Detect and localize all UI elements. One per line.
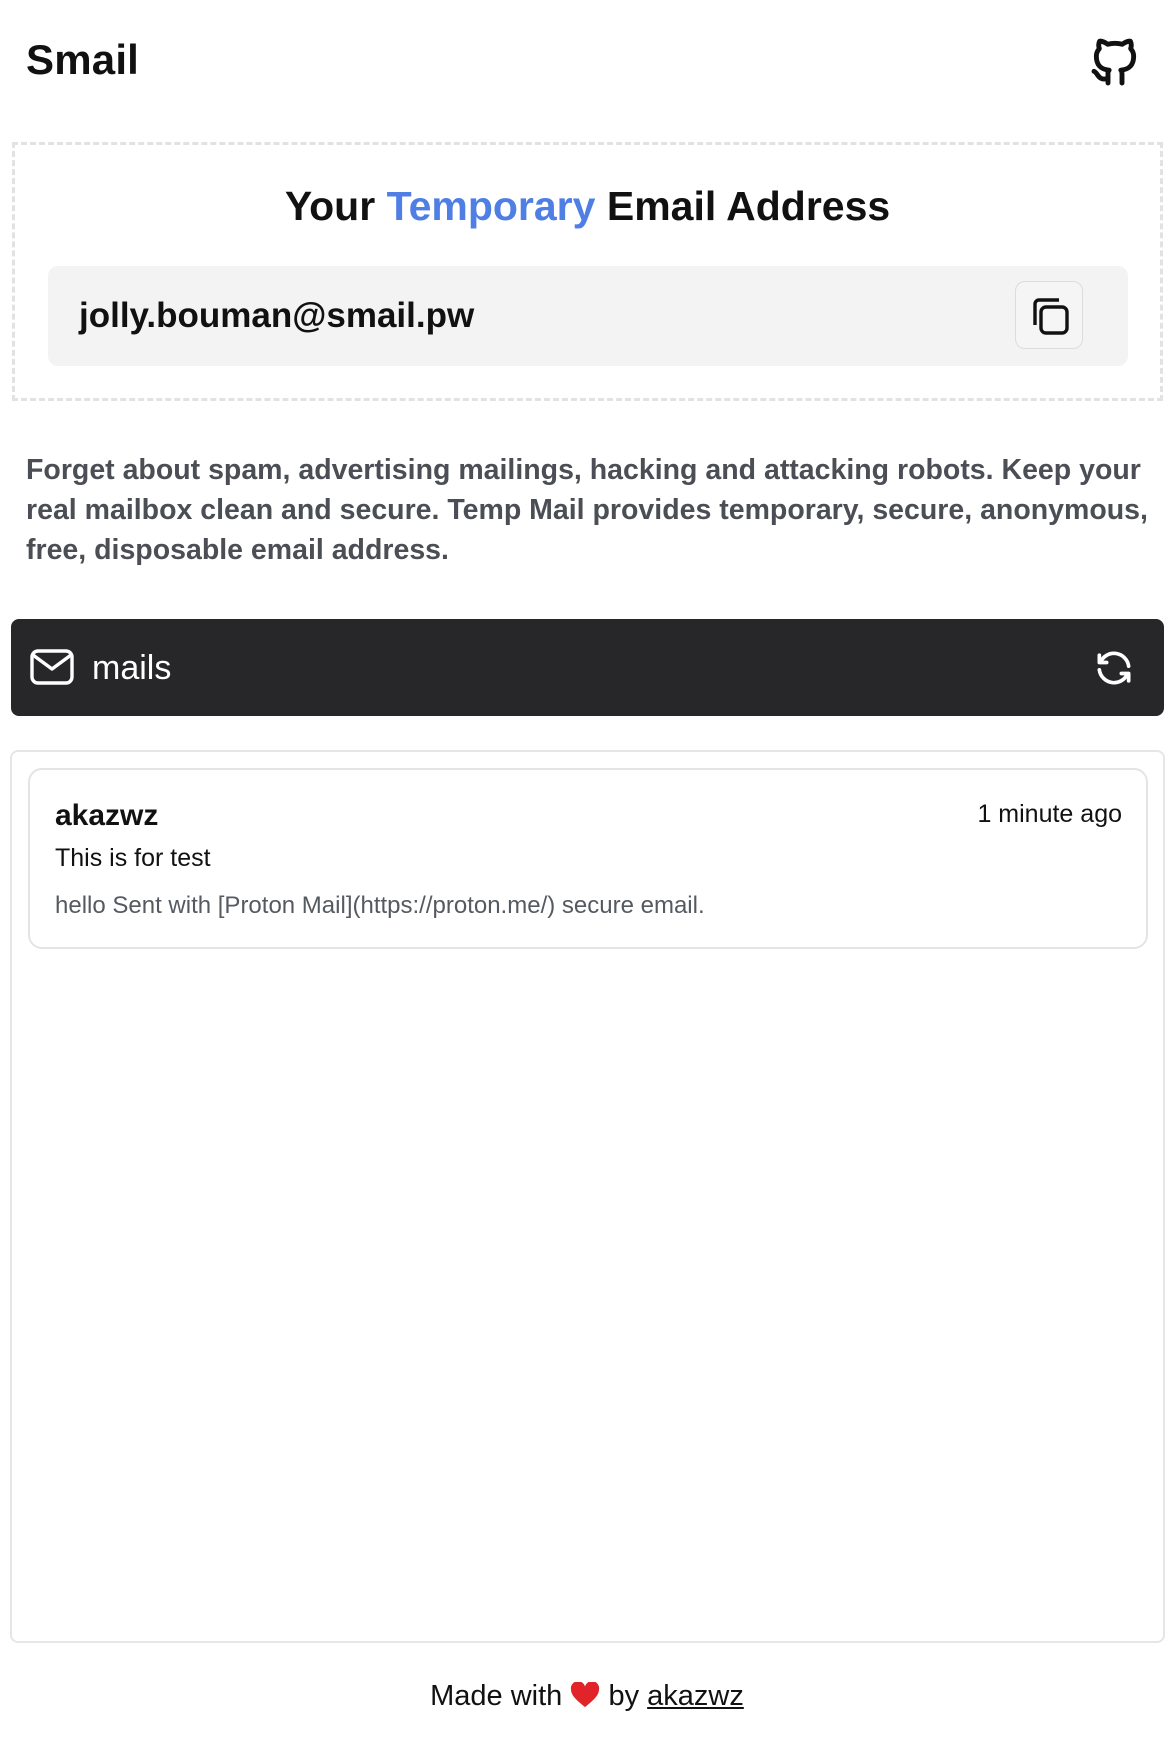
mail-sender: akazwz [55,799,159,832]
mail-list: akazwz 1 minute ago This is for test hel… [10,750,1165,1643]
email-address-row: jolly.bouman@smail.pw [48,266,1128,366]
title-accent: Temporary [386,183,596,229]
copy-email-button[interactable] [1015,281,1083,349]
address-card-title: Your Temporary Email Address [15,183,1160,230]
mail-preview: hello Sent with [Proton Mail](https://pr… [55,892,705,919]
service-description: Forget about spam, advertising mailings,… [26,454,1148,566]
mail-icon [30,649,74,685]
footer-made-with: Made with [430,1680,563,1712]
mail-list-item[interactable]: akazwz 1 minute ago This is for test hel… [28,768,1148,949]
copy-icon [1033,298,1069,335]
mails-label: mails [92,649,172,687]
temporary-address-card: Your Temporary Email Address jolly.bouma… [12,142,1163,401]
app-title: Smail [26,36,140,83]
refresh-icon [1097,651,1131,685]
github-icon [1091,38,1137,86]
footer-by: by [608,1680,640,1712]
email-address[interactable]: jolly.bouman@smail.pw [79,296,474,336]
mail-subject: This is for test [55,844,211,872]
refresh-button[interactable] [1092,646,1136,690]
header: Smail [0,0,1174,125]
heart-icon [571,1682,600,1708]
footer: Made with by akazwz [0,1680,1174,1713]
github-link[interactable] [1087,31,1143,93]
title-prefix: Your [284,183,376,229]
title-suffix: Email Address [606,183,891,229]
author-link[interactable]: akazwz [647,1680,744,1712]
mail-time: 1 minute ago [977,800,1122,828]
mails-toolbar: mails [11,619,1164,716]
